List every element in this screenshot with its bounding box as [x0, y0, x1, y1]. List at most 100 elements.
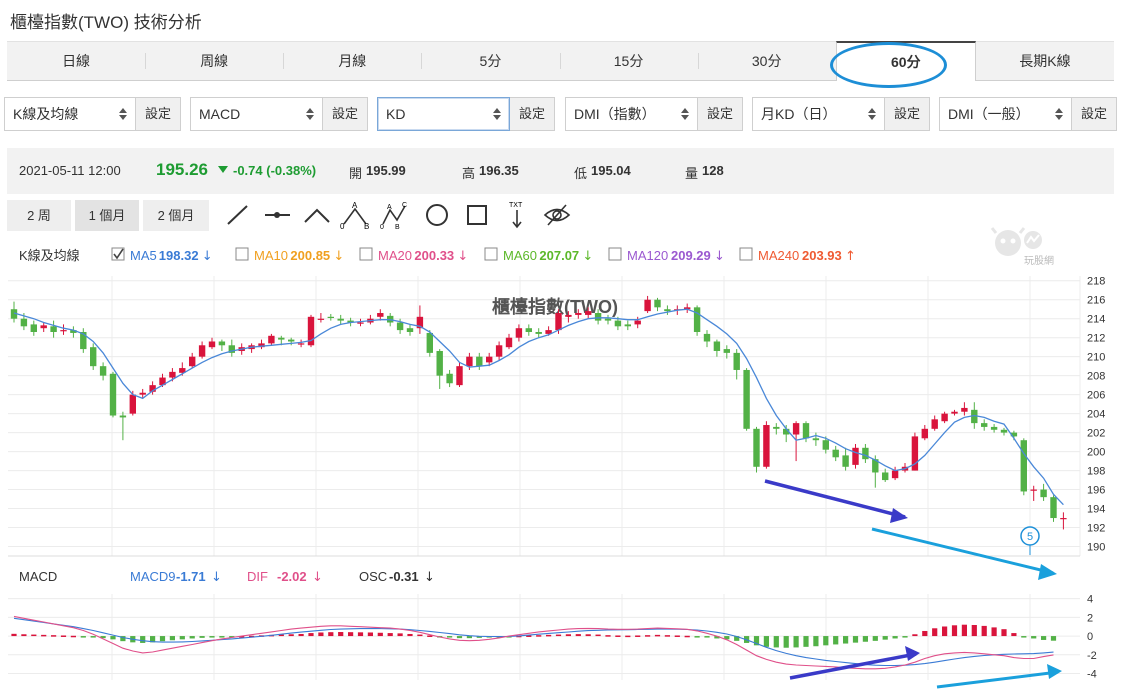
ma-legend-name: MA10 [254, 248, 288, 263]
select-arrows-icon [493, 108, 501, 120]
tab-30min[interactable]: 30分 [697, 42, 836, 80]
candle-body [565, 314, 572, 317]
candle-body [60, 330, 67, 332]
settings-button[interactable]: 設定 [698, 97, 743, 131]
tab-15min[interactable]: 15分 [559, 42, 698, 80]
tab-monthly[interactable]: 月線 [283, 42, 421, 80]
select-arrows-icon [681, 108, 689, 120]
candlesticks [10, 295, 1067, 530]
price-tick-label: 194 [1087, 504, 1105, 516]
osc-bar [536, 635, 542, 637]
range-2-months-button[interactable]: 2 個月 [143, 200, 209, 231]
settings-button[interactable]: 設定 [885, 97, 930, 131]
indicator-selector-3: KD 設定 [377, 97, 555, 131]
osc-bar [555, 634, 562, 637]
ma5-series [13, 308, 1064, 506]
osc-bar [684, 635, 690, 638]
osc-bar [1031, 636, 1037, 639]
tab-60min[interactable]: 60分 [835, 41, 976, 81]
candle-body [515, 328, 523, 338]
tab-long-term[interactable]: 長期K線 [976, 42, 1114, 80]
osc-bar [70, 635, 76, 638]
indicator-select[interactable]: KD [377, 97, 510, 131]
text-tool-label: TXT [509, 202, 523, 209]
candle-body [941, 413, 948, 422]
annotation-arrow-dark-upper [764, 479, 906, 519]
candle-body [278, 337, 285, 340]
hide-drawings-icon[interactable] [542, 200, 572, 230]
ma-legend-value: 207.07 [539, 248, 579, 263]
rectangle-tool-icon[interactable] [462, 200, 492, 230]
settings-button[interactable]: 設定 [136, 97, 181, 131]
osc-bar [942, 626, 948, 637]
candle-body [743, 369, 750, 429]
osc-bar [219, 636, 225, 638]
osc-bar [397, 633, 403, 637]
candle-body [862, 447, 869, 460]
tab-daily[interactable]: 日線 [7, 42, 145, 80]
osc-bar [565, 634, 571, 637]
indicator-select[interactable]: DMI（一般） [939, 97, 1072, 131]
candle-body [40, 325, 47, 329]
candle-body [505, 337, 513, 348]
settings-button[interactable]: 設定 [1072, 97, 1117, 131]
angle-tool-icon[interactable] [302, 200, 332, 230]
candle-body [812, 438, 820, 441]
line-tool-icon[interactable] [222, 200, 252, 230]
osc-bar [763, 636, 769, 647]
horizontal-line-icon[interactable] [262, 200, 292, 230]
abc-pattern-icon[interactable]: A B 0 [340, 200, 370, 231]
macd-tick-label: -2 [1087, 650, 1097, 662]
osc-bar [31, 634, 37, 637]
candle-body [763, 425, 770, 467]
ma-legend-arrow: ↓ [582, 249, 593, 264]
range-2-weeks-button[interactable]: 2 周 [7, 200, 71, 231]
price-tick-label: 212 [1087, 333, 1105, 345]
circle-tool-icon[interactable] [422, 200, 452, 230]
ma-checkbox [739, 247, 753, 261]
osc-bar [417, 634, 423, 637]
indicator-select[interactable]: DMI（指數） [565, 97, 698, 131]
arrowhead-icon [1038, 564, 1057, 580]
macd-legend-value: -2.02 [277, 569, 307, 584]
osc-bar [852, 636, 859, 643]
osc-bar [90, 636, 96, 638]
down-triangle-icon [217, 163, 229, 178]
abcd-label-a: A [387, 204, 392, 211]
price-tick-label: 192 [1087, 523, 1105, 535]
macd-legend-name: DIF [247, 569, 268, 584]
tab-5min[interactable]: 5分 [421, 42, 559, 80]
candle-body [357, 322, 364, 324]
macd-tick-label: -4 [1087, 668, 1097, 680]
candle-body [317, 318, 325, 320]
osc-bar [922, 630, 928, 637]
indicator-selector-4: DMI（指數） 設定 [565, 97, 743, 131]
candle-body [109, 373, 117, 416]
text-tool-icon[interactable]: TXT [502, 200, 532, 230]
range-1-month-button[interactable]: 1 個月 [75, 200, 139, 231]
abcd-pattern-icon[interactable]: A C B 0 [380, 200, 410, 231]
candle-body [891, 470, 899, 479]
osc-bar [793, 636, 799, 648]
ma-legend-value: 198.32 [159, 248, 199, 263]
candle-body [169, 371, 176, 378]
osc-bar [635, 635, 641, 637]
ma-legend-name: MA240 [758, 248, 799, 263]
indicator-select[interactable]: 月KD（日） [752, 97, 885, 131]
price-tick-label: 190 [1087, 542, 1105, 554]
price-tick-label: 196 [1087, 485, 1105, 497]
settings-button[interactable]: 設定 [510, 97, 555, 131]
candle-body [654, 299, 661, 308]
candle-body [733, 352, 740, 370]
ma-checkbox [608, 247, 622, 261]
candle-body [604, 318, 612, 321]
indicator-select[interactable]: MACD [190, 97, 323, 131]
candle-body [961, 407, 968, 412]
settings-button[interactable]: 設定 [323, 97, 368, 131]
osc-bar [318, 632, 324, 637]
candle-body [30, 324, 37, 332]
candle-body [951, 411, 958, 414]
indicator-select[interactable]: K線及均線 [4, 97, 136, 131]
tab-weekly[interactable]: 周線 [145, 42, 283, 80]
price-tick-label: 214 [1087, 314, 1105, 326]
